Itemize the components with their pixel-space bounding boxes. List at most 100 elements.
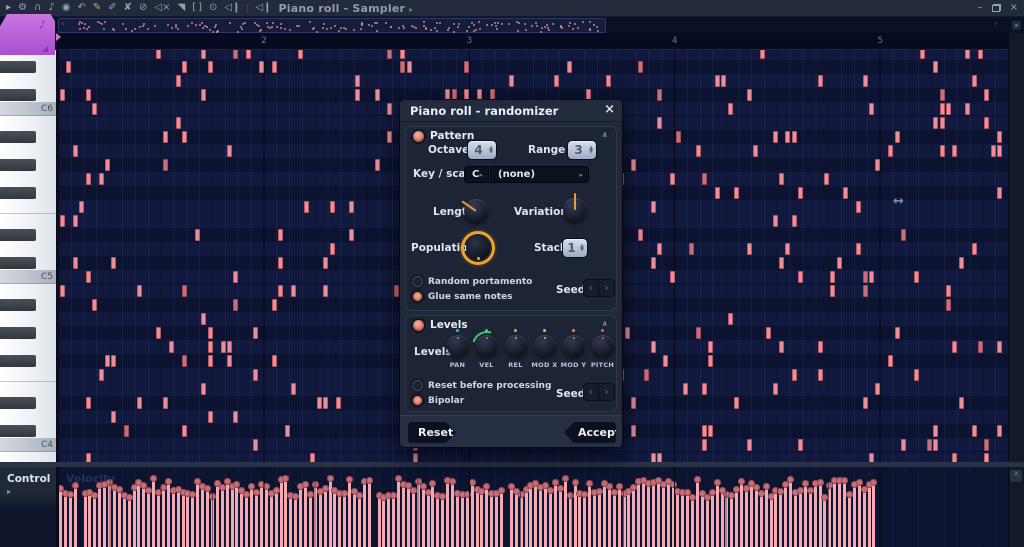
note[interactable] [291,383,297,395]
velocity-stem[interactable] [406,485,410,547]
control-lane-label[interactable]: Control ▸ [7,473,56,497]
velocity-head[interactable] [571,478,579,486]
velocity-stem[interactable] [343,493,347,547]
knob-face[interactable] [504,335,527,357]
velocity-stem[interactable] [754,487,758,547]
note[interactable] [727,103,733,115]
velocity-stem[interactable] [617,486,621,547]
note[interactable] [958,257,964,269]
note[interactable] [181,131,187,143]
velocity-stem[interactable] [514,491,518,547]
black-key-cap[interactable] [0,257,36,269]
knob-rel[interactable]: REL [501,329,530,369]
knob-face[interactable] [562,335,585,357]
note[interactable] [156,50,162,59]
velocity-head[interactable] [738,478,746,485]
note[interactable] [284,425,290,437]
velocity-stem[interactable] [98,484,102,547]
note[interactable] [271,299,277,311]
note[interactable] [509,75,515,87]
dialog-close-icon[interactable]: × [604,102,615,117]
note[interactable] [875,383,881,395]
note[interactable] [355,75,361,87]
velocity-stem[interactable] [289,495,293,547]
velocity-stem[interactable] [710,492,714,547]
note[interactable] [637,61,643,73]
note[interactable] [323,285,329,297]
piano-key-black[interactable] [0,130,56,144]
black-key-cap[interactable] [0,131,36,143]
note[interactable] [175,117,181,129]
note[interactable] [971,243,977,255]
velocity-head[interactable] [498,487,505,495]
velocity-stem[interactable] [769,495,773,547]
note[interactable] [766,327,772,339]
velocity-stem[interactable] [789,479,793,547]
black-key-cap[interactable] [0,159,36,171]
velocity-stem[interactable] [210,495,214,547]
note[interactable] [888,355,894,367]
control-lane-header[interactable]: Control ▸ [0,467,57,547]
knob-mod-y[interactable]: MOD Y [559,329,588,369]
velocity-stem[interactable] [676,491,680,547]
note[interactable] [92,103,98,115]
note[interactable] [207,61,213,73]
piano-key-white[interactable] [0,312,56,326]
velocity-stem[interactable] [519,493,523,547]
channel-tab[interactable]: ♪ [0,14,55,55]
velocity-stem[interactable] [426,491,430,547]
velocity-stem[interactable] [382,496,386,547]
note[interactable] [734,187,740,199]
slide-icon[interactable]: ◥ [177,0,185,16]
note[interactable] [734,397,740,409]
note[interactable] [965,103,971,115]
pattern-section-led[interactable] [413,131,424,142]
note[interactable] [624,327,630,339]
note[interactable] [669,173,675,185]
velocity-stem[interactable] [544,485,548,547]
piano-key-white[interactable] [0,214,56,228]
velocity-head[interactable] [615,483,623,491]
note[interactable] [98,173,104,185]
velocity-stem[interactable] [808,489,812,547]
black-key-cap[interactable] [0,89,36,101]
draw-brush-icon[interactable]: ✐ [108,0,116,16]
window-title[interactable]: Piano roll - Sampler ▸ [279,2,414,15]
note[interactable] [862,397,868,409]
note[interactable] [316,397,322,409]
note[interactable] [894,131,900,143]
note[interactable] [669,271,675,283]
note[interactable] [181,425,187,437]
velocity-stem[interactable] [568,495,572,547]
octave-stepper[interactable]: 4 ▲ ▼ [467,140,497,160]
note[interactable] [997,187,1003,199]
note[interactable] [945,285,951,297]
note[interactable] [772,131,778,143]
minimize-button[interactable]: – [978,0,983,16]
velocity-stem[interactable] [534,482,538,547]
note[interactable] [85,89,91,101]
note[interactable] [830,271,836,283]
velocity-stem[interactable] [142,485,146,547]
random-portamento-radio[interactable] [412,276,423,287]
pattern-collapse-icon[interactable]: ∧ [602,130,609,139]
bipolar-radio[interactable] [412,395,423,406]
velocity-head[interactable] [204,484,211,492]
note[interactable] [278,257,284,269]
note[interactable] [682,383,688,395]
mute-icon[interactable]: ◁× [154,0,170,16]
velocity-stem[interactable] [705,496,709,547]
velocity-stem[interactable] [828,485,832,547]
note[interactable] [464,61,470,73]
note[interactable] [958,397,964,409]
black-key-cap[interactable] [0,327,36,339]
note[interactable] [933,61,939,73]
levels-collapse-icon[interactable]: ∧ [602,319,609,328]
knob-face[interactable] [533,335,556,357]
note[interactable] [336,397,342,409]
velocity-stem[interactable] [647,482,650,547]
note[interactable] [310,453,316,462]
piano-key-black[interactable] [0,186,56,200]
note[interactable] [695,327,701,339]
note[interactable] [817,341,823,353]
